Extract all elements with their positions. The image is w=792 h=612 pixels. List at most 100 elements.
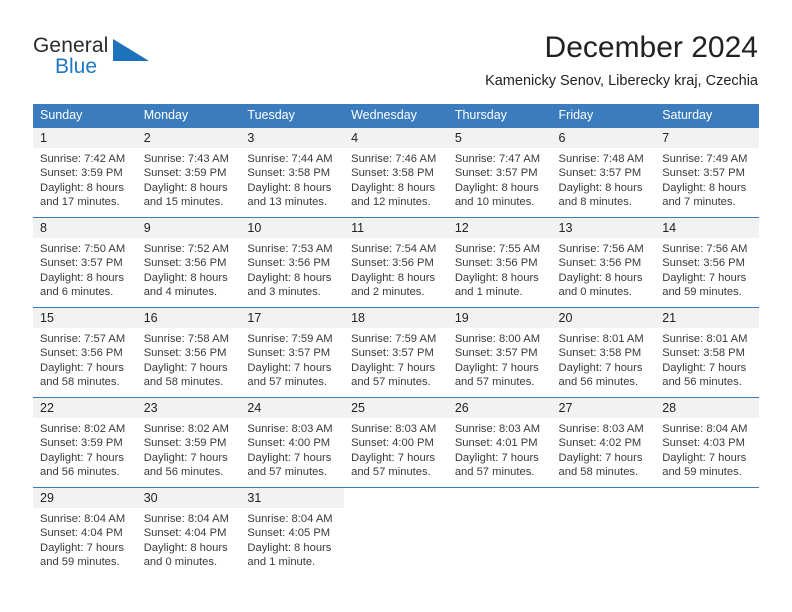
page-subtitle: Kamenicky Senov, Liberecky kraj, Czechia xyxy=(485,73,758,89)
calendar-day-cell[interactable]: 5 Sunrise: 7:47 AM Sunset: 3:57 PM Daylight… xyxy=(447,127,552,218)
daylight-text-line1: Daylight: 7 hours xyxy=(247,361,332,374)
calendar-day-cell[interactable]: 27 Sunrise: 8:03 AM Sunset: 4:02 PM Dayligh… xyxy=(551,397,656,488)
sunrise-text: Sunrise: 7:53 AM xyxy=(247,243,333,255)
daylight-text-line2: and 7 minutes. xyxy=(662,196,736,209)
calendar-day-cell[interactable]: 13 Sunrise: 7:56 AM Sunset: 3:56 PM Dayligh… xyxy=(551,217,656,308)
sunrise-text: Sunrise: 7:58 AM xyxy=(143,333,229,345)
calendar-day-cell[interactable]: 30 Sunrise: 8:04 AM Sunset: 4:04 PM Dayligh… xyxy=(136,487,241,578)
brand-name-blue: Blue xyxy=(55,55,98,78)
brand-logo[interactable]: General Blue xyxy=(33,34,193,86)
daylight-text-line2: and 1 minute. xyxy=(247,556,316,569)
sunset-text: Sunset: 3:56 PM xyxy=(247,257,331,270)
sunset-text: Sunset: 3:56 PM xyxy=(454,257,538,270)
sunset-text: Sunset: 3:58 PM xyxy=(351,167,434,180)
daylight-text-line1: Daylight: 7 hours xyxy=(40,541,124,554)
calendar-day-cell[interactable]: 15 Sunrise: 7:57 AM Sunset: 3:56 PM Dayligh… xyxy=(33,307,137,398)
sunrise-text: Sunrise: 8:00 AM xyxy=(454,333,541,345)
day-details: Sunrise: 8:02 AM Sunset: 3:59 PM Daylight:… xyxy=(33,418,137,480)
calendar-week-row: 8 Sunrise: 7:50 AM Sunset: 3:57 PM Daylight… xyxy=(33,217,759,308)
calendar-day-cell[interactable]: 4 Sunrise: 7:46 AM Sunset: 3:58 PM Daylight… xyxy=(344,127,448,218)
calendar-day-cell[interactable]: 2 Sunrise: 7:43 AM Sunset: 3:59 PM Daylight… xyxy=(136,127,241,218)
daylight-text-line1: Daylight: 8 hours xyxy=(247,541,332,554)
sunset-text: Sunset: 3:57 PM xyxy=(454,347,538,360)
calendar-day-cell[interactable]: 17 Sunrise: 7:59 AM Sunset: 3:57 PM Dayligh… xyxy=(240,307,345,398)
day-number: 20 xyxy=(551,308,656,328)
daylight-text-line1: Daylight: 7 hours xyxy=(454,361,539,374)
day-number: 25 xyxy=(344,398,448,418)
calendar-day-cell[interactable]: 12 Sunrise: 7:55 AM Sunset: 3:56 PM Dayligh… xyxy=(447,217,552,308)
daylight-text-line1: Daylight: 7 hours xyxy=(454,451,539,464)
daylight-text-line1: Daylight: 7 hours xyxy=(558,361,643,374)
daylight-text-line2: and 58 minutes. xyxy=(40,376,120,389)
calendar-day-cell[interactable]: 25 Sunrise: 8:03 AM Sunset: 4:00 PM Dayligh… xyxy=(344,397,448,488)
sunset-text: Sunset: 3:58 PM xyxy=(247,167,331,180)
calendar-day-cell[interactable]: 21 Sunrise: 8:01 AM Sunset: 3:58 PM Dayligh… xyxy=(655,307,759,398)
day-details: Sunrise: 7:48 AM Sunset: 3:57 PM Daylight:… xyxy=(552,148,656,210)
daylight-text-line2: and 0 minutes. xyxy=(143,556,218,569)
calendar-day-cell[interactable]: 28 Sunrise: 8:04 AM Sunset: 4:03 PM Dayligh… xyxy=(655,397,759,488)
day-number: 5 xyxy=(447,128,552,148)
day-number: 19 xyxy=(447,308,552,328)
day-number: 30 xyxy=(136,488,241,508)
day-details: Sunrise: 7:46 AM Sunset: 3:58 PM Daylight:… xyxy=(344,148,448,210)
sunrise-text: Sunrise: 7:46 AM xyxy=(351,153,437,165)
sunrise-text: Sunrise: 7:56 AM xyxy=(558,243,644,255)
sunrise-text: Sunrise: 7:43 AM xyxy=(143,153,229,165)
page-header: General Blue December 2024 Kamenicky Sen… xyxy=(0,0,792,100)
daylight-text-line1: Daylight: 8 hours xyxy=(247,271,332,284)
daylight-text-line2: and 59 minutes. xyxy=(662,466,742,479)
daylight-text-line2: and 12 minutes. xyxy=(351,196,431,209)
day-number: 4 xyxy=(344,128,448,148)
day-details: Sunrise: 7:57 AM Sunset: 3:56 PM Daylight:… xyxy=(33,328,137,390)
calendar-day-cell[interactable]: 16 Sunrise: 7:58 AM Sunset: 3:56 PM Dayligh… xyxy=(136,307,241,398)
sunrise-text: Sunrise: 7:54 AM xyxy=(351,243,437,255)
sunset-text: Sunset: 3:56 PM xyxy=(662,257,745,270)
daylight-text-line1: Daylight: 7 hours xyxy=(662,361,747,374)
calendar-day-cell[interactable]: 11 Sunrise: 7:54 AM Sunset: 3:56 PM Dayligh… xyxy=(344,217,448,308)
day-details: Sunrise: 8:03 AM Sunset: 4:01 PM Daylight:… xyxy=(448,418,552,480)
calendar-day-cell[interactable]: 8 Sunrise: 7:50 AM Sunset: 3:57 PM Daylight… xyxy=(33,217,137,308)
daylight-text-line1: Daylight: 8 hours xyxy=(143,271,228,284)
calendar-day-cell[interactable]: 9 Sunrise: 7:52 AM Sunset: 3:56 PM Daylight… xyxy=(136,217,241,308)
calendar-day-cell[interactable]: 3 Sunrise: 7:44 AM Sunset: 3:58 PM Daylight… xyxy=(240,127,345,218)
day-number: 12 xyxy=(447,218,552,238)
calendar-day-cell[interactable]: 22 Sunrise: 8:02 AM Sunset: 3:59 PM Dayligh… xyxy=(33,397,137,488)
calendar-day-cell[interactable]: 23 Sunrise: 8:02 AM Sunset: 3:59 PM Dayligh… xyxy=(136,397,241,488)
calendar-day-cell[interactable]: 24 Sunrise: 8:03 AM Sunset: 4:00 PM Dayligh… xyxy=(240,397,345,488)
sunrise-text: Sunrise: 7:57 AM xyxy=(40,333,126,345)
calendar-day-cell[interactable]: 29 Sunrise: 8:04 AM Sunset: 4:04 PM Dayligh… xyxy=(33,487,137,578)
calendar-day-cell[interactable]: 26 Sunrise: 8:03 AM Sunset: 4:01 PM Dayligh… xyxy=(447,397,552,488)
calendar-day-cell[interactable]: 31 Sunrise: 8:04 AM Sunset: 4:05 PM Dayligh… xyxy=(240,487,345,578)
calendar-day-cell[interactable]: 18 Sunrise: 7:59 AM Sunset: 3:57 PM Dayligh… xyxy=(344,307,448,398)
weekday-header-saturday: Saturday xyxy=(655,104,759,128)
daylight-text-line2: and 57 minutes. xyxy=(247,466,328,479)
daylight-text-line2: and 59 minutes. xyxy=(40,556,120,569)
weekday-header-friday: Friday xyxy=(551,104,656,128)
day-details: Sunrise: 7:54 AM Sunset: 3:56 PM Daylight:… xyxy=(344,238,448,300)
day-details: Sunrise: 7:59 AM Sunset: 3:57 PM Daylight:… xyxy=(240,328,344,390)
sunrise-text: Sunrise: 7:56 AM xyxy=(662,243,748,255)
calendar-day-cell[interactable]: 10 Sunrise: 7:53 AM Sunset: 3:56 PM Dayligh… xyxy=(240,217,345,308)
calendar-day-cell[interactable]: 19 Sunrise: 8:00 AM Sunset: 3:57 PM Dayligh… xyxy=(447,307,552,398)
calendar-day-cell[interactable]: 7 Sunrise: 7:49 AM Sunset: 3:57 PM Daylight… xyxy=(655,127,759,218)
daylight-text-line2: and 2 minutes. xyxy=(351,286,425,299)
calendar-day-cell[interactable]: 20 Sunrise: 8:01 AM Sunset: 3:58 PM Dayligh… xyxy=(551,307,656,398)
daylight-text-line1: Daylight: 8 hours xyxy=(351,271,436,284)
sunrise-text: Sunrise: 8:03 AM xyxy=(351,423,437,435)
calendar-day-cell[interactable]: 6 Sunrise: 7:48 AM Sunset: 3:57 PM Daylight… xyxy=(551,127,656,218)
day-details: Sunrise: 8:04 AM Sunset: 4:05 PM Daylight:… xyxy=(240,508,344,570)
day-details: Sunrise: 8:04 AM Sunset: 4:03 PM Daylight:… xyxy=(655,418,759,480)
daylight-text-line1: Daylight: 7 hours xyxy=(351,361,436,374)
sunrise-text: Sunrise: 7:48 AM xyxy=(558,153,644,165)
calendar-day-cell[interactable]: 1 Sunrise: 7:42 AM Sunset: 3:59 PM Daylight… xyxy=(33,127,137,218)
sunset-text: Sunset: 3:56 PM xyxy=(351,257,434,270)
day-number: 28 xyxy=(655,398,759,418)
day-number xyxy=(344,488,448,508)
daylight-text-line2: and 56 minutes. xyxy=(143,466,224,479)
day-number: 1 xyxy=(33,128,137,148)
calendar-day-cell[interactable]: 14 Sunrise: 7:56 AM Sunset: 3:56 PM Dayligh… xyxy=(655,217,759,308)
day-details: Sunrise: 8:04 AM Sunset: 4:04 PM Daylight:… xyxy=(137,508,241,570)
daylight-text-line2: and 56 minutes. xyxy=(558,376,639,389)
day-number: 24 xyxy=(240,398,345,418)
sunset-text: Sunset: 4:02 PM xyxy=(558,437,642,450)
